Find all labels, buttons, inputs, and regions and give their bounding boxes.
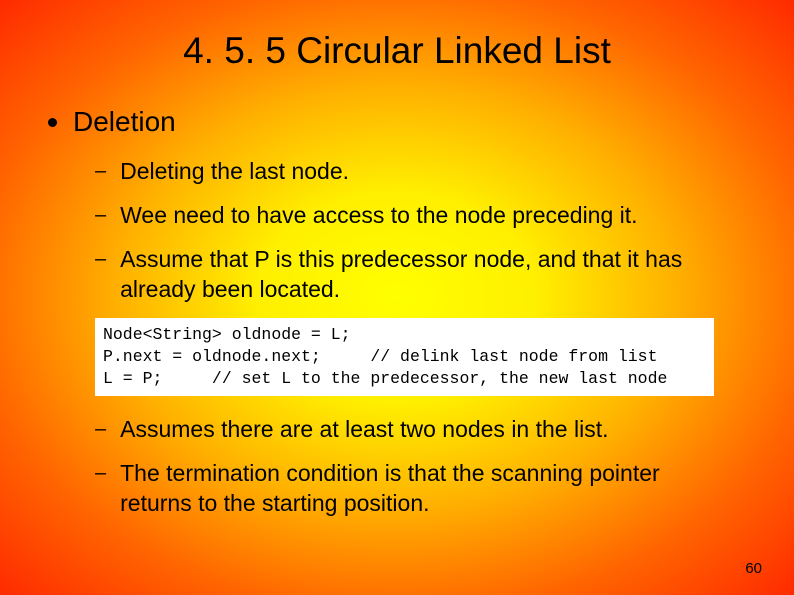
list-item: – Wee need to have access to the node pr… <box>95 200 734 230</box>
slide-title: 4. 5. 5 Circular Linked List <box>40 30 754 72</box>
slide: 4. 5. 5 Circular Linked List Deletion – … <box>0 0 794 595</box>
dash-icon: – <box>95 414 106 444</box>
page-number: 60 <box>745 560 762 577</box>
list-item: – Assume that P is this predecessor node… <box>95 244 734 304</box>
dash-icon: – <box>95 458 106 488</box>
list-item: – Deleting the last node. <box>95 156 734 186</box>
sub-list-before: – Deleting the last node. – Wee need to … <box>40 156 754 304</box>
dash-icon: – <box>95 156 106 186</box>
sub-item-text: Wee need to have access to the node prec… <box>120 200 637 230</box>
sub-item-text: The termination condition is that the sc… <box>120 458 734 518</box>
list-item: – The termination condition is that the … <box>95 458 734 518</box>
list-item: – Assumes there are at least two nodes i… <box>95 414 734 444</box>
dash-icon: – <box>95 200 106 230</box>
code-block: Node<String> oldnode = L; P.next = oldno… <box>95 318 714 396</box>
main-bullet: Deletion <box>40 106 754 138</box>
sub-item-text: Assumes there are at least two nodes in … <box>120 414 608 444</box>
sub-list-after: – Assumes there are at least two nodes i… <box>40 414 754 518</box>
bullet-icon <box>48 118 57 127</box>
main-bullet-text: Deletion <box>73 106 176 138</box>
sub-item-text: Assume that P is this predecessor node, … <box>120 244 734 304</box>
sub-item-text: Deleting the last node. <box>120 156 349 186</box>
dash-icon: – <box>95 244 106 274</box>
